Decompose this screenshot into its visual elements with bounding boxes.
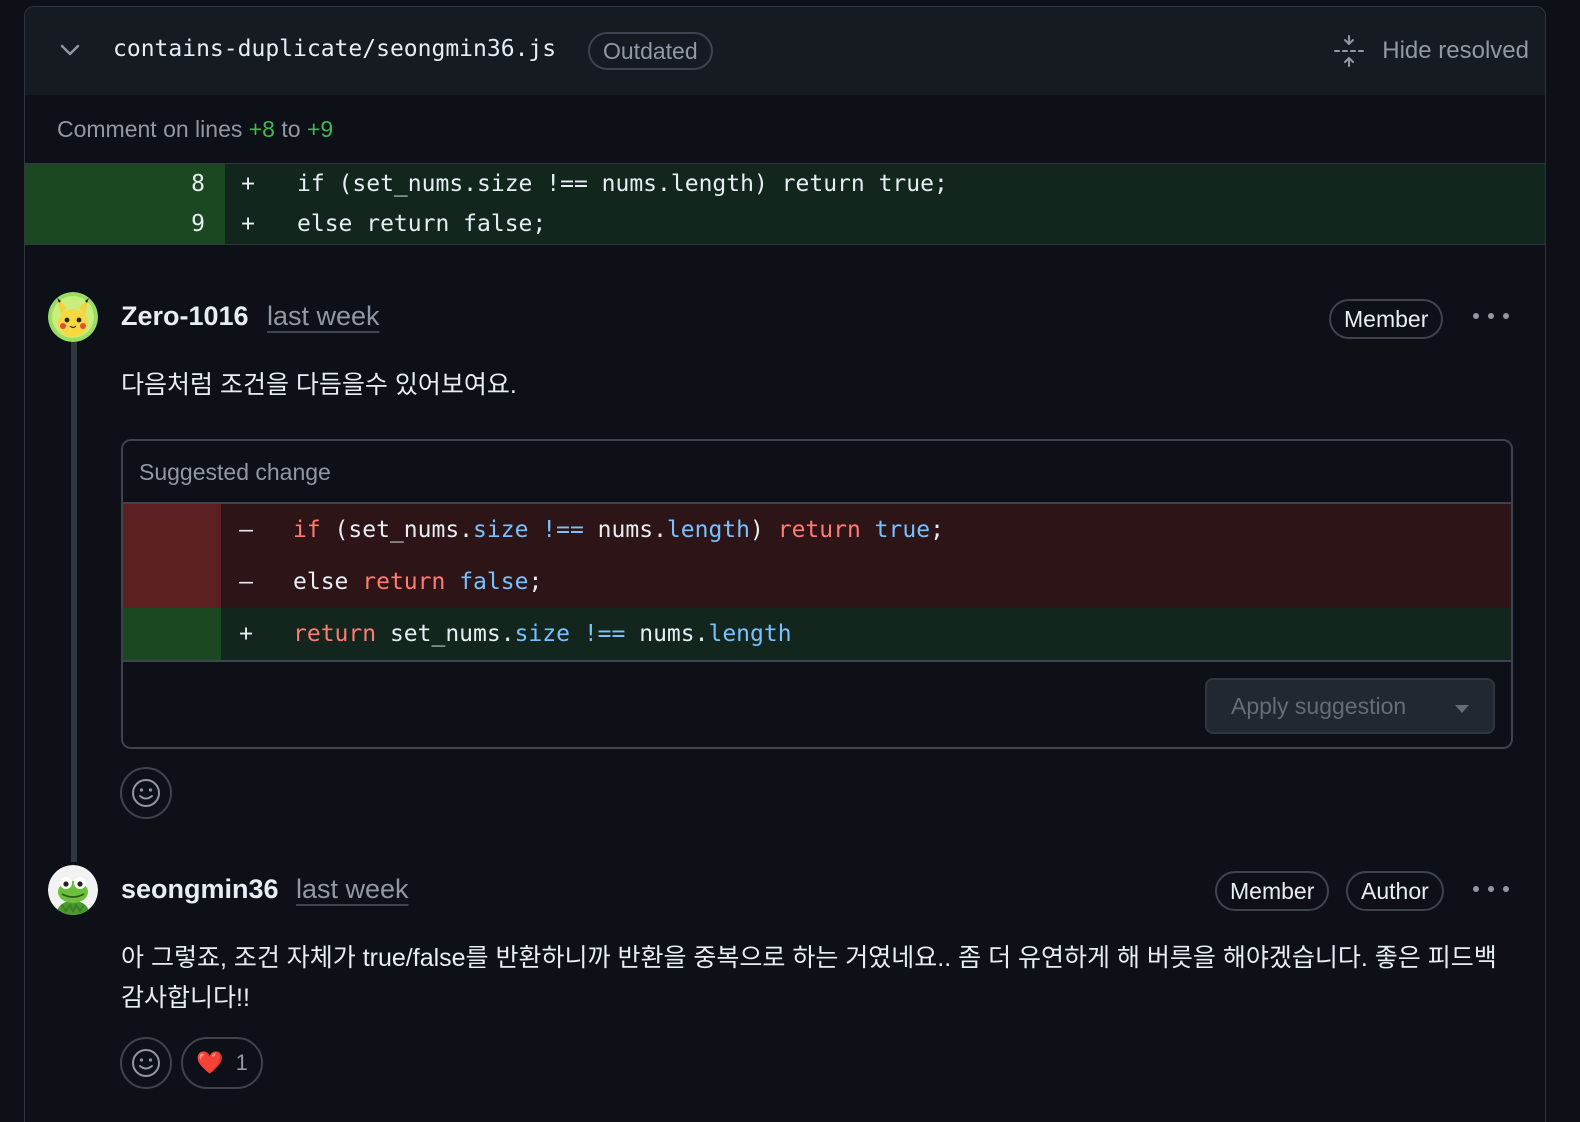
- code-token: length: [708, 621, 792, 647]
- caret-down-icon[interactable]: [1455, 705, 1469, 713]
- thread-connector: [71, 337, 77, 862]
- diff-code: else return false;: [297, 211, 547, 237]
- add-reaction-button[interactable]: [120, 767, 172, 819]
- code-token: return: [777, 517, 861, 543]
- suggestion-code: else return false;: [271, 569, 542, 595]
- outdated-badge: Outdated: [588, 32, 713, 70]
- line-to: +9: [306, 116, 334, 142]
- suggested-change-box: Suggested change – if (set_nums.size !== …: [121, 439, 1513, 749]
- line-number[interactable]: 8: [25, 164, 225, 204]
- code-token: ): [750, 517, 778, 543]
- code-token: length: [666, 517, 751, 543]
- kermit-avatar-icon: [48, 865, 98, 915]
- avatar[interactable]: [48, 292, 98, 342]
- comment-time[interactable]: last week: [267, 301, 380, 332]
- avatar[interactable]: [48, 865, 98, 915]
- code-token: else: [293, 569, 363, 595]
- code-token: return: [293, 621, 377, 647]
- fold-icon: [1334, 35, 1365, 67]
- code-token: true: [874, 517, 931, 543]
- code-token: nums.: [625, 621, 709, 647]
- line-gutter: [123, 504, 221, 556]
- comment-author[interactable]: Zero-1016: [121, 301, 249, 332]
- code-token: if: [293, 517, 321, 543]
- hide-resolved-button[interactable]: Hide resolved: [1332, 34, 1529, 68]
- comment-author[interactable]: seongmin36: [121, 874, 279, 905]
- member-badge: Member: [1215, 871, 1330, 911]
- line-gutter: [123, 556, 221, 608]
- comment-body: 다음처럼 조건을 다듬을수 있어보여요.: [121, 371, 517, 399]
- comment-time[interactable]: last week: [296, 874, 409, 905]
- heart-reaction-button[interactable]: ❤️ 1: [181, 1037, 263, 1089]
- line-gutter: [123, 608, 221, 660]
- heart-count: 1: [235, 1050, 248, 1075]
- comment-body: 아 그렇죠, 조건 자체가 true/false를 반환하니까 반환을 중복으로…: [121, 944, 1497, 1012]
- code-token: !==: [542, 517, 584, 543]
- smiley-icon: [132, 1049, 160, 1077]
- diff-sign: +: [241, 211, 255, 237]
- pikachu-avatar-icon: [48, 292, 98, 342]
- apply-suggestion-label: Apply suggestion: [1231, 692, 1407, 719]
- code-token: set_nums.: [376, 621, 515, 647]
- line-number[interactable]: 9: [25, 204, 225, 244]
- code-token: nums.: [583, 517, 667, 543]
- suggestion-code: if (set_nums.size !== nums.length) retur…: [271, 517, 944, 543]
- code-token: ;: [930, 517, 944, 543]
- file-header: contains-duplicate/seongmin36.js Outdate…: [25, 7, 1545, 95]
- author-badge: Author: [1346, 871, 1444, 911]
- suggestion-added-line: + return set_nums.size !== nums.length: [123, 608, 1511, 660]
- hide-resolved-label: Hide resolved: [1382, 37, 1529, 64]
- add-reaction-button[interactable]: [120, 1037, 172, 1089]
- line-from: +8: [248, 116, 275, 142]
- file-name[interactable]: contains-duplicate/seongmin36.js: [113, 36, 556, 62]
- suggest-footer: Apply suggestion: [123, 660, 1511, 747]
- more-options-icon[interactable]: [1473, 313, 1509, 323]
- suggestion-deleted-line: – if (set_nums.size !== nums.length) retu…: [123, 504, 1511, 556]
- suggested-change-lines: – if (set_nums.size !== nums.length) retu…: [123, 504, 1511, 660]
- chevron-down-icon[interactable]: [59, 39, 81, 61]
- diff-sign: +: [241, 171, 255, 197]
- code-token: return: [362, 569, 446, 595]
- code-token: false: [459, 569, 529, 595]
- review-thread-panel: contains-duplicate/seongmin36.js Outdate…: [24, 6, 1546, 1122]
- code-token: ;: [528, 569, 543, 595]
- code-token: (set_nums.: [320, 517, 474, 543]
- code-token: size: [473, 517, 529, 543]
- heart-icon: ❤️: [196, 1050, 224, 1075]
- diff-line: 9 + else return false;: [25, 204, 1545, 244]
- code-token: size: [514, 621, 570, 647]
- comment-on-lines: Comment on lines +8 to +9: [25, 95, 1545, 164]
- smiley-icon: [132, 779, 160, 807]
- code-token: !==: [583, 621, 626, 647]
- suggestion-code: return set_nums.size !== nums.length: [271, 621, 792, 647]
- diff-line: 8 + if (set_nums.size !== nums.length) r…: [25, 164, 1545, 204]
- diff-sign: –: [239, 569, 253, 595]
- member-badge: Member: [1329, 299, 1444, 339]
- diff-sign: +: [239, 621, 253, 647]
- more-options-icon[interactable]: [1473, 886, 1509, 896]
- diff-sign: –: [239, 517, 253, 543]
- apply-suggestion-button[interactable]: Apply suggestion: [1205, 678, 1495, 734]
- diff-code: if (set_nums.size !== nums.length) retur…: [297, 171, 948, 197]
- suggestion-deleted-line: – else return false;: [123, 556, 1511, 608]
- suggested-change-title: Suggested change: [123, 441, 1511, 504]
- diff-hunk: 8 + if (set_nums.size !== nums.length) r…: [25, 164, 1545, 245]
